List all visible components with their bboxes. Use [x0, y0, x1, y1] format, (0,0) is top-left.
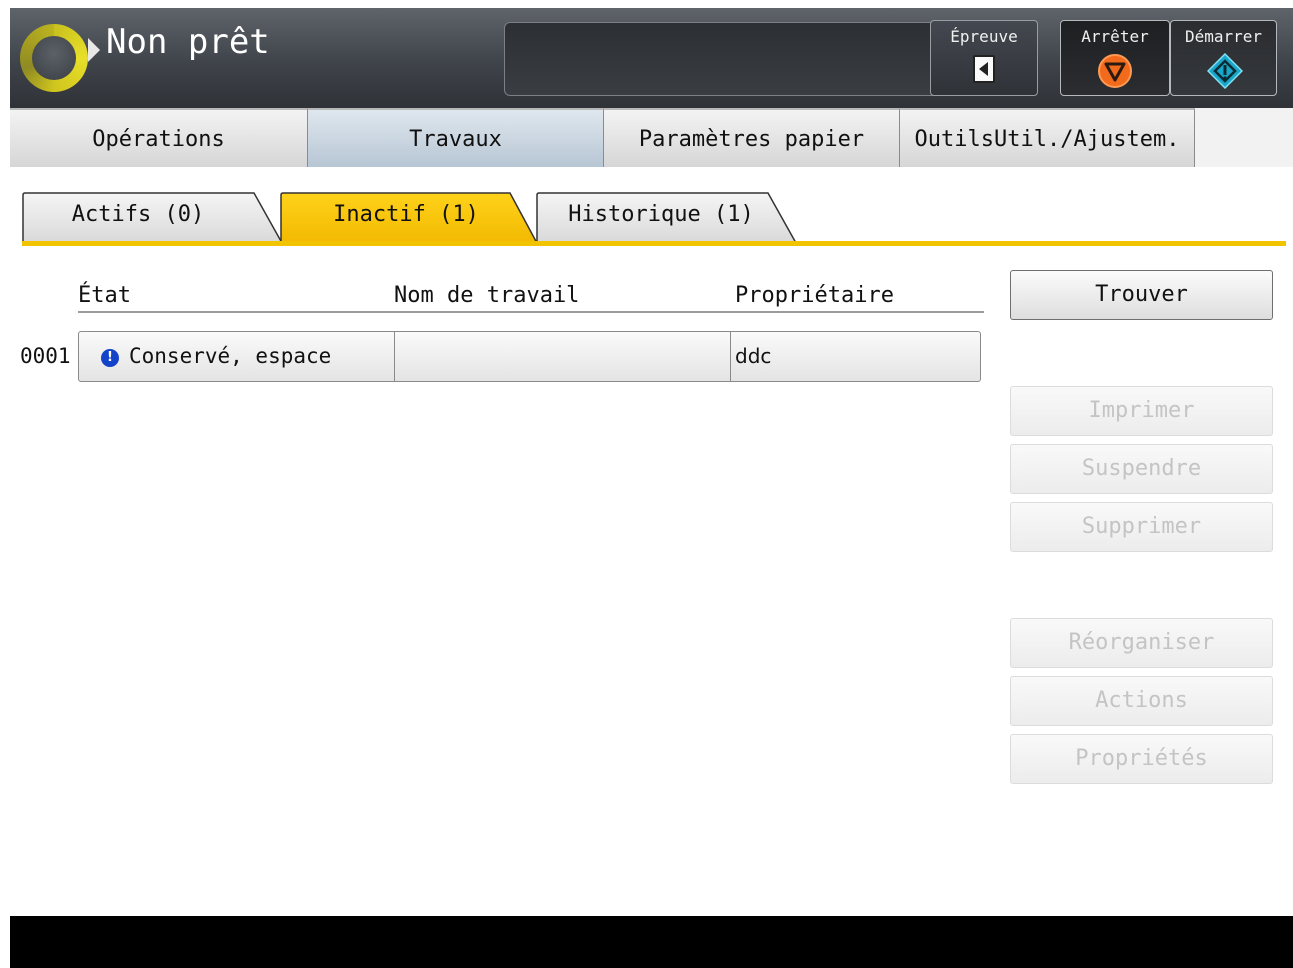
column-header-proprietaire: Propriétaire	[735, 283, 894, 308]
proof-print-icon	[973, 55, 995, 83]
stop-button[interactable]: Arrêter	[1060, 20, 1170, 96]
header-divider	[78, 311, 984, 313]
subtab-historique[interactable]: Historique (1)	[536, 192, 798, 244]
tab-operations[interactable]: Opérations	[10, 108, 308, 167]
status-pointer-icon	[88, 38, 100, 62]
subtab-inactif[interactable]: Inactif (1)	[280, 192, 540, 246]
info-icon: !	[101, 349, 119, 367]
tab-parametres-papier[interactable]: Paramètres papier	[604, 108, 900, 167]
subtab-underline	[22, 241, 1286, 246]
subtab-inactif-label: Inactif (1)	[333, 202, 479, 227]
suspendre-button[interactable]: Suspendre	[1010, 444, 1273, 494]
column-header-nom-de-travail: Nom de travail	[394, 283, 580, 308]
cell-etat-text: Conservé, espace	[129, 344, 332, 368]
status-header: Non prêt Épreuve Arrêter Démarrer	[10, 8, 1293, 108]
table-row[interactable]: ! Conservé, espace ddc	[78, 331, 981, 382]
row-index: 0001	[20, 344, 71, 368]
supprimer-button[interactable]: Supprimer	[1010, 502, 1273, 552]
tab-travaux[interactable]: Travaux	[308, 108, 604, 167]
trouver-button[interactable]: Trouver	[1010, 270, 1273, 320]
imprimer-button[interactable]: Imprimer	[1010, 386, 1273, 436]
subtab-actifs[interactable]: Actifs (0)	[22, 192, 284, 244]
main-tab-bar: Opérations Travaux Paramètres papier Out…	[10, 108, 1293, 167]
cell-proprietaire: ddc	[735, 344, 772, 368]
epreuve-label: Épreuve	[950, 27, 1018, 46]
start-icon	[1207, 53, 1243, 89]
stop-icon	[1098, 54, 1132, 88]
subtab-actifs-label: Actifs (0)	[71, 202, 205, 227]
column-header-etat: État	[78, 283, 131, 308]
reorganiser-button[interactable]: Réorganiser	[1010, 618, 1273, 668]
cell-nom-de-travail	[395, 332, 731, 381]
status-title: Non prêt	[106, 22, 270, 62]
tab-outils-util-ajustem[interactable]: OutilsUtil./Ajustem.	[900, 108, 1195, 167]
message-display	[504, 22, 944, 96]
cell-etat: ! Conservé, espace	[79, 332, 395, 381]
status-ring-icon	[20, 24, 88, 92]
proprietes-button[interactable]: Propriétés	[1010, 734, 1273, 784]
actions-button[interactable]: Actions	[1010, 676, 1273, 726]
footer-bar	[10, 916, 1293, 968]
start-button[interactable]: Démarrer	[1170, 20, 1277, 96]
epreuve-button[interactable]: Épreuve	[930, 20, 1038, 96]
stop-label: Arrêter	[1081, 27, 1149, 46]
subtab-historique-label: Historique (1)	[568, 202, 754, 227]
start-label: Démarrer	[1184, 27, 1263, 46]
